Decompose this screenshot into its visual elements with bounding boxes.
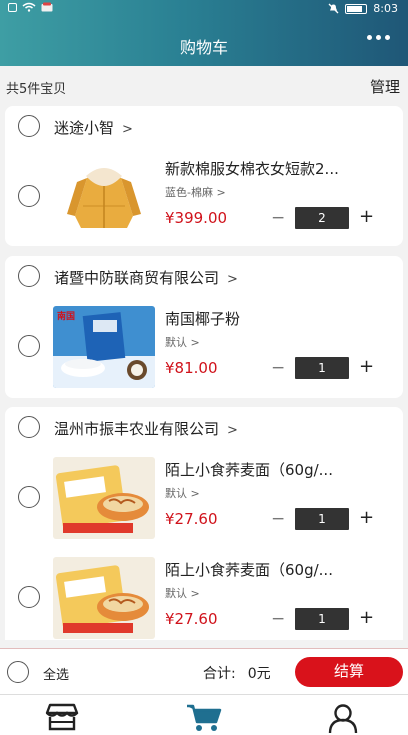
total-price: 合计: 0元	[203, 666, 271, 682]
shop-select-radio[interactable]	[18, 416, 40, 438]
app-header: 8:03 购物车	[0, 0, 408, 66]
cart-item: 南国 南国椰子粉 默认 > ¥81.00 − 1 +	[5, 306, 403, 406]
product-spec[interactable]: 默认 >	[165, 485, 200, 501]
item-count: 共5件宝贝	[6, 82, 67, 97]
more-dots-icon[interactable]	[367, 35, 390, 40]
brand-logo: 南国	[57, 310, 75, 322]
shop-select-radio[interactable]	[18, 265, 40, 287]
quantity-field[interactable]: 1	[295, 508, 349, 530]
tab-profile[interactable]	[327, 703, 363, 734]
manage-button[interactable]: 管理	[370, 76, 400, 97]
item-select-radio[interactable]	[18, 586, 40, 608]
cart-item: 新款棉服女棉衣女短款2... 蓝色-棉麻 > ¥399.00 − 2 +	[5, 156, 403, 256]
battery-icon	[345, 3, 368, 14]
checkout-button[interactable]: 结算	[295, 657, 403, 687]
product-image[interactable]	[53, 457, 155, 539]
cart-list[interactable]: 迷途小智 > 新款棉服女棉衣女短款2... 蓝色-棉麻 > ¥399.00 − 2…	[0, 106, 408, 640]
total-amount: 0元	[247, 666, 271, 682]
chevron-right-icon: >	[190, 336, 200, 349]
chevron-right-icon: >	[190, 487, 200, 500]
product-price: ¥27.60	[165, 510, 218, 528]
chevron-right-icon: >	[122, 122, 133, 137]
item-select-radio[interactable]	[18, 486, 40, 508]
mute-icon	[328, 3, 339, 14]
quantity-field[interactable]: 1	[295, 608, 349, 630]
shop-header[interactable]: 迷途小智 >	[5, 106, 403, 146]
product-spec[interactable]: 默认 >	[165, 334, 200, 350]
product-image[interactable]	[53, 156, 155, 238]
product-image[interactable]	[53, 557, 155, 639]
product-price: ¥81.00	[165, 359, 218, 377]
product-name[interactable]: 南国椰子粉	[165, 308, 385, 329]
product-name[interactable]: 新款棉服女棉衣女短款2...	[165, 158, 385, 179]
user-icon	[328, 704, 358, 734]
product-name[interactable]: 陌上小食荞麦面（60g/...	[165, 459, 385, 480]
shop-name: 诸暨中防联商贸有限公司	[54, 269, 220, 287]
product-price: ¥399.00	[165, 209, 228, 227]
shop-header[interactable]: 温州市振丰农业有限公司 >	[5, 407, 403, 447]
increase-quantity-button[interactable]: +	[359, 356, 374, 377]
product-image[interactable]: 南国	[53, 306, 155, 388]
increase-quantity-button[interactable]: +	[359, 607, 374, 628]
status-bar: 8:03	[0, 0, 408, 18]
shop-header[interactable]: 诸暨中防联商贸有限公司 >	[5, 256, 403, 296]
item-select-radio[interactable]	[18, 185, 40, 207]
chevron-right-icon: >	[227, 272, 238, 287]
decrease-quantity-button[interactable]: −	[271, 358, 285, 378]
cart-summary-bar: 共5件宝贝 管理	[0, 66, 408, 106]
shop-card: 温州市振丰农业有限公司 > 陌上小食荞麦面（60g/... 默认 > ¥27.60…	[5, 407, 403, 640]
increase-quantity-button[interactable]: +	[359, 507, 374, 528]
tab-cart[interactable]	[186, 703, 222, 733]
decrease-quantity-button[interactable]: −	[271, 609, 285, 629]
select-all-radio[interactable]	[7, 661, 29, 683]
status-time: 8:03	[373, 2, 398, 15]
product-spec[interactable]: 默认 >	[165, 585, 200, 601]
notification-icon	[8, 2, 17, 12]
cart-item: 陌上小食荞麦面（60g/... 默认 > ¥27.60 − 1 +	[5, 557, 403, 640]
page-title: 购物车	[179, 38, 228, 57]
shop-card: 迷途小智 > 新款棉服女棉衣女短款2... 蓝色-棉麻 > ¥399.00 − 2…	[5, 106, 403, 246]
bottom-tab-bar	[0, 694, 408, 735]
quantity-field[interactable]: 1	[295, 357, 349, 379]
tab-shop[interactable]	[45, 703, 81, 733]
decrease-quantity-button[interactable]: −	[271, 208, 285, 228]
item-select-radio[interactable]	[18, 335, 40, 357]
wifi-icon	[22, 2, 36, 12]
increase-quantity-button[interactable]: +	[359, 206, 374, 227]
product-spec[interactable]: 蓝色-棉麻 >	[165, 184, 226, 200]
shop-select-radio[interactable]	[18, 115, 40, 137]
shop-icon	[45, 703, 79, 731]
cart-icon	[187, 704, 222, 731]
cart-item: 陌上小食荞麦面（60g/... 默认 > ¥27.60 − 1 +	[5, 457, 403, 557]
product-name[interactable]: 陌上小食荞麦面（60g/...	[165, 559, 385, 580]
shop-name: 迷途小智	[54, 119, 115, 137]
checkout-bar: 全选 合计: 0元 结算	[0, 648, 408, 694]
decrease-quantity-button[interactable]: −	[271, 509, 285, 529]
app-notification-icon	[41, 2, 53, 12]
select-all-label[interactable]: 全选	[43, 664, 69, 683]
chevron-right-icon: >	[216, 186, 226, 199]
shop-card: 诸暨中防联商贸有限公司 > 南国 南国椰子粉 默认 > ¥81.00 − 1 +	[5, 256, 403, 398]
chevron-right-icon: >	[190, 587, 200, 600]
shop-name: 温州市振丰农业有限公司	[54, 420, 220, 438]
chevron-right-icon: >	[227, 423, 238, 438]
quantity-field[interactable]: 2	[295, 207, 349, 229]
product-price: ¥27.60	[165, 610, 218, 628]
